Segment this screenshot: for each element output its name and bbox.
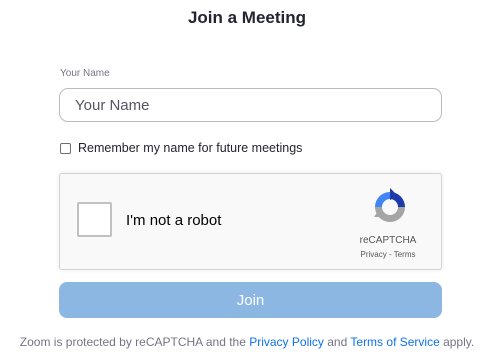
join-button[interactable]: Join <box>59 282 442 318</box>
recaptcha-checkbox[interactable] <box>77 202 112 237</box>
name-input[interactable] <box>59 88 442 122</box>
privacy-policy-link[interactable]: Privacy Policy <box>249 335 324 349</box>
name-field-label: Your Name <box>60 68 110 79</box>
remember-name-label[interactable]: Remember my name for future meetings <box>78 141 302 155</box>
remember-name-row[interactable]: Remember my name for future meetings <box>60 140 302 156</box>
recaptcha-links: Privacy - Terms <box>340 250 436 259</box>
recaptcha-privacy-link[interactable]: Privacy <box>361 250 387 259</box>
recaptcha-widget: I'm not a robot reCAPTCHA Privacy - Term… <box>59 173 442 270</box>
footer-text-1: Zoom is protected by reCAPTCHA and the <box>19 335 250 349</box>
remember-name-checkbox[interactable] <box>60 142 71 154</box>
recaptcha-links-separator: - <box>386 250 394 259</box>
recaptcha-brand: reCAPTCHA <box>359 235 417 246</box>
recaptcha-footer-notice: Zoom is protected by reCAPTCHA and the P… <box>0 335 494 349</box>
footer-text-2: and <box>323 335 351 349</box>
terms-of-service-link[interactable]: Terms of Service <box>350 335 439 349</box>
page-title: Join a Meeting <box>187 8 307 27</box>
recaptcha-checkbox-label: I'm not a robot <box>126 212 222 229</box>
footer-text-3: apply. <box>439 335 475 349</box>
recaptcha-terms-link[interactable]: Terms <box>394 250 416 259</box>
recaptcha-logo-icon <box>374 188 405 222</box>
